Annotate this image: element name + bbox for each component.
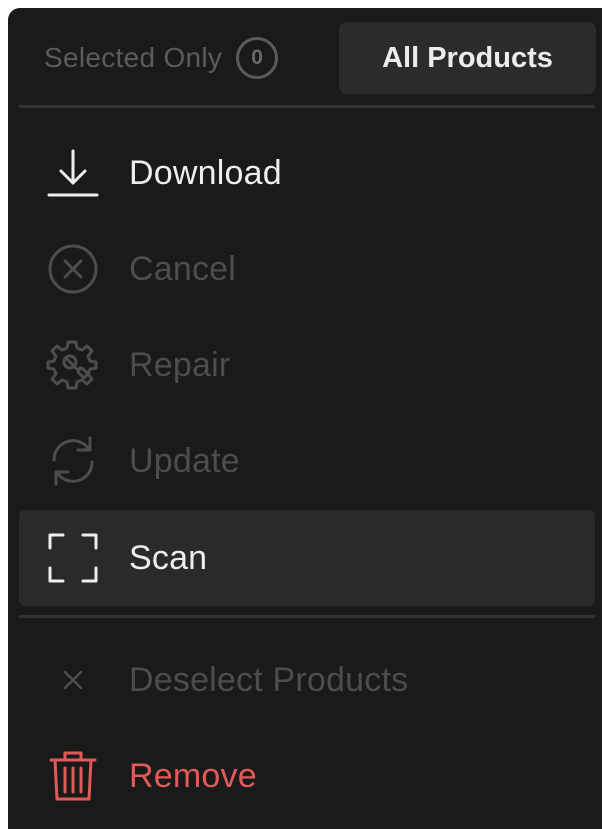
repair-gear-wrench-icon [45, 337, 101, 393]
divider [19, 615, 595, 618]
scan-frame-icon [45, 530, 101, 586]
menu-item-label: Repair [129, 345, 231, 384]
filter-tabs: Selected Only 0 All Products [8, 8, 602, 106]
menu-item-cancel[interactable]: Cancel [19, 221, 595, 317]
remove-label: Remove [129, 756, 257, 795]
deselect-products-label: Deselect Products [129, 660, 409, 699]
selected-count-badge: 0 [236, 37, 279, 79]
tab-selected-only-label: Selected Only [44, 42, 223, 73]
menu-item-label: Scan [129, 538, 208, 577]
tab-all-products-label: All Products [382, 41, 553, 74]
menu-item-download[interactable]: Download [19, 125, 595, 221]
cancel-circle-icon [45, 241, 101, 297]
divider [19, 105, 595, 108]
remove-button[interactable]: Remove [19, 728, 595, 824]
deselect-products-button[interactable]: Deselect Products [19, 632, 595, 728]
menu-item-label: Cancel [129, 249, 237, 288]
trash-icon [45, 748, 101, 804]
menu-item-scan[interactable]: Scan [19, 510, 595, 606]
product-actions-menu: Selected Only 0 All Products Download Ca… [8, 8, 602, 829]
refresh-icon [45, 433, 101, 489]
close-x-icon [45, 652, 101, 708]
tab-selected-only[interactable]: Selected Only 0 [44, 32, 279, 84]
menu-item-repair[interactable]: Repair [19, 317, 595, 413]
download-icon [45, 145, 101, 201]
menu-item-update[interactable]: Update [19, 413, 595, 509]
menu-item-label: Download [129, 153, 282, 192]
tab-all-products[interactable]: All Products [339, 22, 596, 94]
menu-item-label: Update [129, 441, 240, 480]
